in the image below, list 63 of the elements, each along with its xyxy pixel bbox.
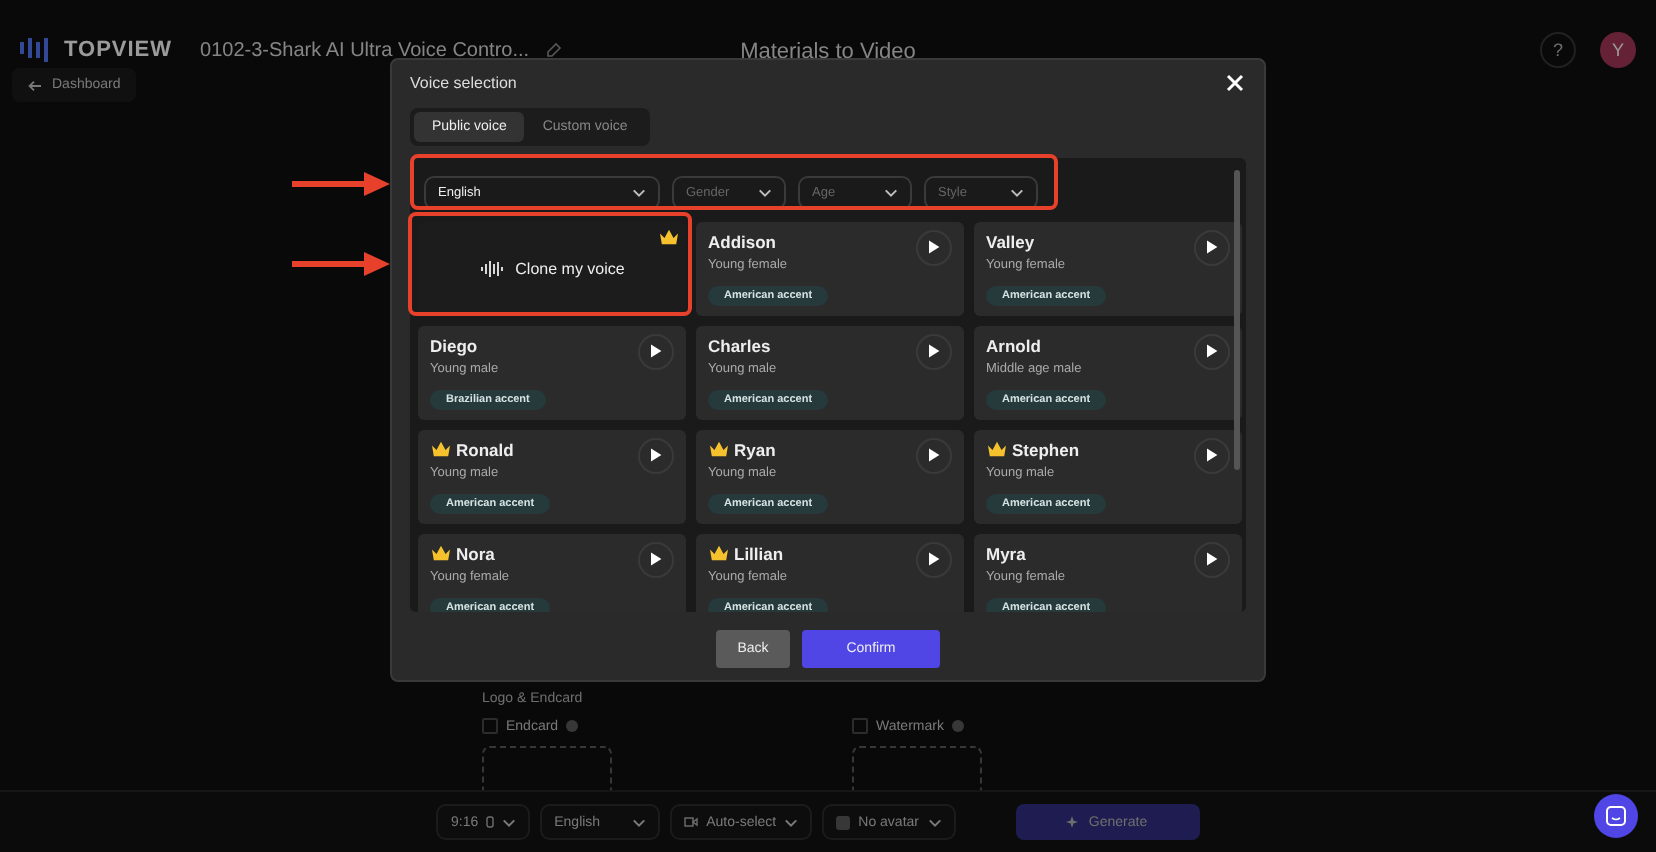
play-icon bbox=[928, 344, 940, 359]
play-icon bbox=[1206, 552, 1218, 567]
chat-icon bbox=[1606, 806, 1626, 826]
play-icon bbox=[650, 552, 662, 567]
play-button[interactable] bbox=[916, 333, 952, 370]
play-button[interactable] bbox=[916, 541, 952, 578]
info-icon bbox=[566, 720, 579, 732]
user-avatar[interactable]: Y bbox=[1600, 32, 1636, 68]
scrollbar[interactable] bbox=[1234, 169, 1240, 470]
play-icon bbox=[1206, 240, 1218, 255]
chevron-down-icon bbox=[632, 187, 646, 198]
play-button[interactable] bbox=[638, 437, 674, 474]
dialog-title: Voice selection bbox=[410, 74, 517, 93]
chevron-down-icon bbox=[884, 187, 898, 198]
chevron-down-icon bbox=[1010, 187, 1024, 198]
voice-name: Diego bbox=[430, 335, 478, 356]
voice-name: Myra bbox=[986, 543, 1026, 564]
play-button[interactable] bbox=[1194, 437, 1230, 474]
play-button[interactable] bbox=[916, 229, 952, 266]
edit-icon[interactable] bbox=[545, 42, 562, 58]
play-button[interactable] bbox=[1194, 229, 1230, 266]
chevron-down-icon bbox=[632, 817, 647, 827]
avatar-icon bbox=[836, 815, 851, 829]
voice-name: Lillian bbox=[734, 543, 784, 564]
checkbox[interactable] bbox=[852, 718, 868, 734]
logo-icon bbox=[20, 38, 48, 62]
logo-wordmark: TOPVIEW bbox=[64, 38, 173, 62]
chevron-down-icon bbox=[784, 817, 799, 827]
voice-name: Valley bbox=[986, 231, 1035, 252]
help-button[interactable]: ? bbox=[1540, 32, 1576, 68]
sparkle-icon bbox=[1066, 815, 1081, 829]
info-icon bbox=[951, 720, 964, 732]
voice-name: Ronald bbox=[456, 439, 514, 460]
sound-wave-icon bbox=[479, 259, 504, 278]
play-button[interactable] bbox=[916, 437, 952, 474]
play-button[interactable] bbox=[1194, 541, 1230, 578]
play-icon bbox=[928, 448, 940, 463]
back-arrow-icon bbox=[28, 79, 42, 91]
play-icon bbox=[650, 344, 662, 359]
chevron-down-icon bbox=[758, 187, 772, 198]
chevron-down-icon bbox=[927, 817, 941, 827]
checkbox[interactable] bbox=[482, 718, 498, 734]
play-icon bbox=[1206, 344, 1218, 359]
voice-name: Nora bbox=[456, 543, 495, 564]
play-button[interactable] bbox=[638, 333, 674, 370]
project-title: 0102-3-Shark AI Ultra Voice Contro... bbox=[200, 39, 530, 61]
voice-name: Ryan bbox=[734, 439, 776, 460]
camera-icon bbox=[684, 816, 699, 828]
phone-icon bbox=[486, 816, 495, 828]
voice-name: Arnold bbox=[986, 335, 1041, 356]
page-title: Materials to Video bbox=[740, 40, 916, 64]
play-icon bbox=[928, 552, 940, 567]
play-icon bbox=[928, 240, 940, 255]
play-icon bbox=[1206, 448, 1218, 463]
annotation-arrow bbox=[292, 250, 392, 278]
annotation-arrow bbox=[292, 170, 392, 198]
play-icon bbox=[650, 448, 662, 463]
play-button[interactable] bbox=[638, 541, 674, 578]
play-button[interactable] bbox=[1194, 333, 1230, 370]
voice-name: Addison bbox=[708, 231, 776, 252]
voice-name: Charles bbox=[708, 335, 771, 356]
chevron-down-icon bbox=[502, 817, 517, 827]
voice-name: Stephen bbox=[1012, 439, 1080, 460]
